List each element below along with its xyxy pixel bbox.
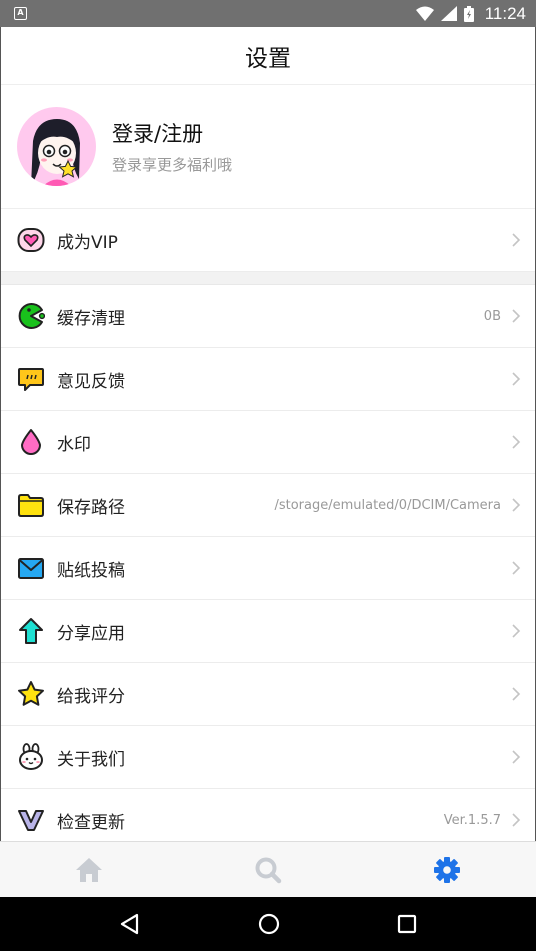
item-label: 缓存清理 [57,308,125,329]
chevron-right-icon [512,687,521,701]
share-arrow-icon [17,617,45,645]
chevron-right-icon [512,372,521,386]
save-path-value: /storage/emulated/0/DCIM/Camera [274,497,501,513]
item-label: 保存路径 [57,497,125,518]
settings-item-about-us[interactable]: 关于我们 [1,726,535,789]
cell-signal-icon [440,6,457,21]
settings-item-feedback[interactable]: 意见反馈 [1,348,535,411]
settings-page: 设置 登录/注册 登录享更多福利哦 成为VIP 缓存清理 0B 意见反馈 水印 … [0,27,536,841]
section-divider [1,272,535,285]
chevron-right-icon [512,435,521,449]
chevron-right-icon [512,233,521,247]
item-label: 关于我们 [57,749,125,770]
v-logo-icon [17,806,45,834]
page-title: 设置 [245,45,291,72]
home-circle-icon[interactable] [258,913,280,935]
tab-search[interactable] [179,842,358,897]
back-icon[interactable] [119,913,141,935]
settings-gear-icon [433,856,460,883]
mail-icon [17,554,45,582]
login-profile-row[interactable]: 登录/注册 登录享更多福利哦 [1,85,535,209]
login-register-title[interactable]: 登录/注册 [112,118,232,148]
folder-icon [17,491,45,519]
chevron-right-icon [512,561,521,575]
girl-avatar-illustration [31,119,80,186]
vip-label: 成为VIP [57,232,118,253]
tab-settings[interactable] [357,842,536,897]
chevron-right-icon [512,624,521,638]
system-navigation-bar [0,897,536,951]
chat-bubble-icon [17,365,45,393]
settings-item-save-path[interactable]: 保存路径 /storage/emulated/0/DCIM/Camera [1,474,535,537]
home-icon [76,857,103,882]
settings-item-check-update[interactable]: 检查更新 Ver.1.5.7 [1,789,535,841]
item-label: 检查更新 [57,812,125,833]
chevron-right-icon [512,813,521,827]
item-label: 贴纸投稿 [57,560,125,581]
star-icon [17,680,45,708]
bottom-navigation [0,841,536,897]
wifi-icon [415,6,434,21]
settings-item-cache-clean[interactable]: 缓存清理 0B [1,285,535,348]
login-benefit-subtitle: 登录享更多福利哦 [112,156,233,174]
vip-row[interactable]: 成为VIP [1,209,535,272]
settings-item-rate-app[interactable]: 给我评分 [1,663,535,726]
notification-icon: A [14,7,27,20]
chevron-right-icon [512,309,521,323]
clock: 11:24 [484,3,526,23]
search-icon [255,857,282,883]
drop-icon [17,428,45,456]
settings-item-sticker-submit[interactable]: 贴纸投稿 [1,537,535,600]
item-label: 分享应用 [57,623,125,644]
chevron-right-icon [512,750,521,764]
avatar[interactable] [17,107,96,186]
cache-size-value: 0B [483,308,501,324]
battery-icon [463,5,474,22]
app-version-value: Ver.1.5.7 [443,812,501,828]
recents-icon[interactable] [397,914,417,934]
app-header: 设置 [1,27,535,85]
item-label: 给我评分 [57,686,125,707]
heart-icon [17,226,45,254]
bunny-icon [17,743,45,771]
chevron-right-icon [512,498,521,512]
settings-item-share-app[interactable]: 分享应用 [1,600,535,663]
status-bar: A 11:24 [0,0,536,27]
item-label: 水印 [57,434,91,455]
pacman-icon [17,302,45,330]
item-label: 意见反馈 [57,371,125,392]
settings-item-watermark[interactable]: 水印 [1,411,535,474]
tab-home[interactable] [0,842,179,897]
